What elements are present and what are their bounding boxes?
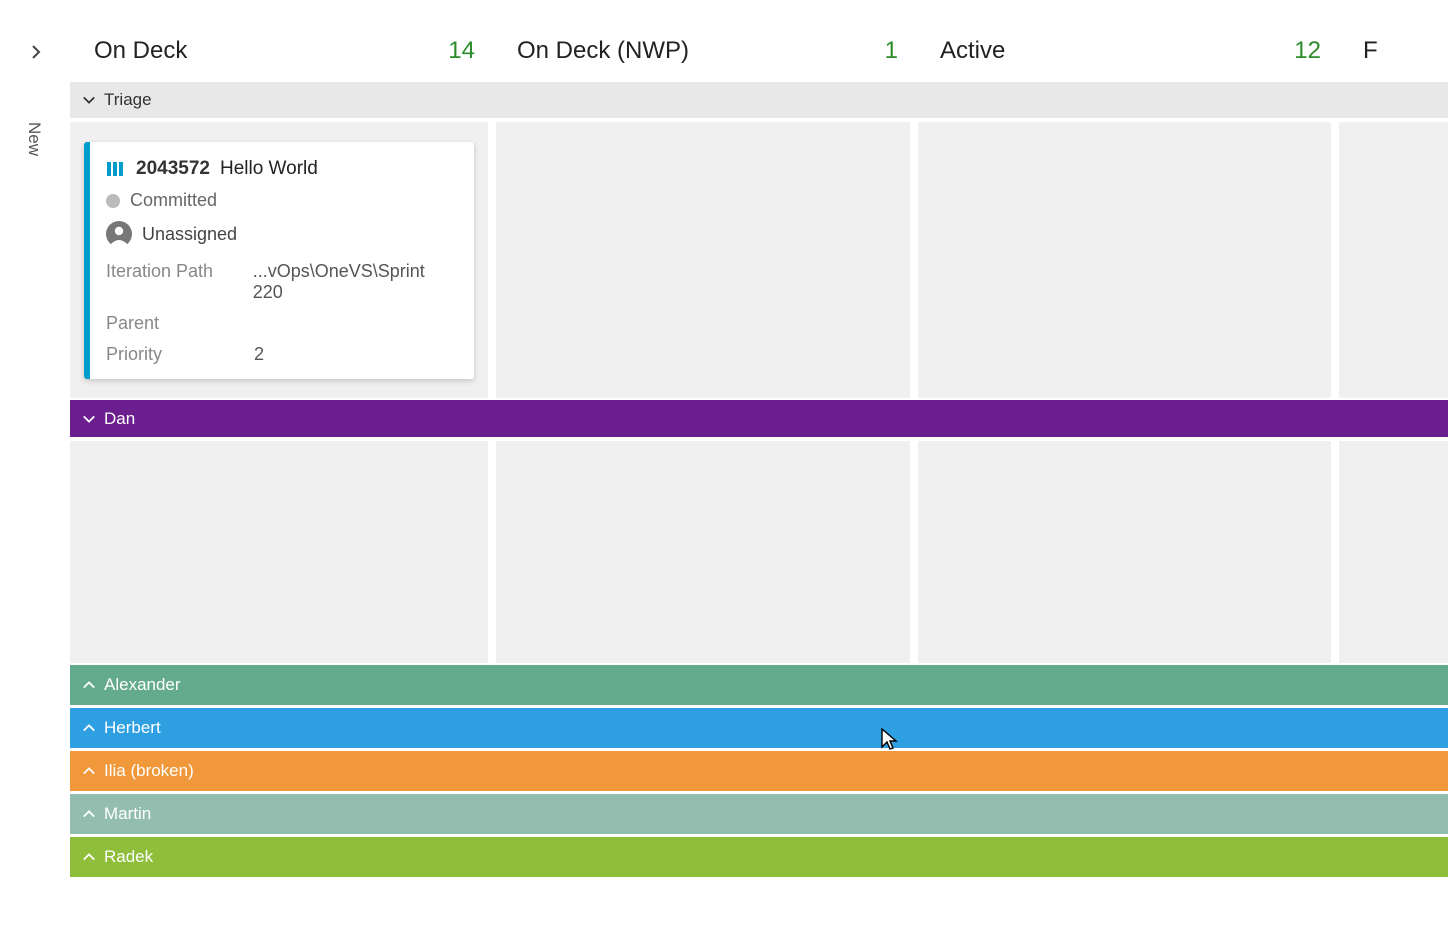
swimlane-label: Dan	[104, 409, 135, 429]
column-header-active[interactable]: Active 12	[916, 20, 1339, 81]
swimlane-label: Triage	[104, 90, 152, 110]
column-header-on-deck[interactable]: On Deck 14	[70, 20, 493, 81]
board-cell[interactable]: 2043572 Hello World Committed	[70, 122, 488, 398]
column-title: F	[1363, 37, 1378, 65]
column-count: 14	[448, 37, 475, 65]
card-field-priority: Priority 2	[106, 344, 458, 365]
column-header-on-deck-nwp[interactable]: On Deck (NWP) 1	[493, 20, 916, 81]
column-count: 12	[1294, 37, 1321, 65]
column-header-partial[interactable]: F	[1339, 20, 1448, 81]
card-field-iteration: Iteration Path ...vOps\OneVS\Sprint 220	[106, 261, 458, 303]
side-rail-label: New	[0, 82, 44, 156]
column-title: Active	[940, 37, 1005, 65]
chevron-down-icon	[82, 93, 96, 107]
side-rail: New	[0, 82, 70, 877]
swimlane-label: Alexander	[104, 675, 181, 695]
card-assignee-row[interactable]: Unassigned	[106, 221, 458, 247]
swimlane-label: Ilia (broken)	[104, 761, 194, 781]
swimlane-label: Herbert	[104, 718, 161, 738]
swimlane-body-dan	[70, 437, 1448, 665]
swimlane-label: Martin	[104, 804, 151, 824]
chevron-right-icon	[28, 44, 42, 58]
card-state: Committed	[130, 190, 217, 211]
swimlane-header-martin[interactable]: Martin	[70, 794, 1448, 834]
swimlane-body-triage: 2043572 Hello World Committed	[70, 118, 1448, 400]
unassigned-person-icon	[106, 221, 132, 247]
field-value: ...vOps\OneVS\Sprint 220	[253, 261, 458, 303]
swimlane-header-triage[interactable]: Triage	[70, 82, 1448, 118]
swimlane-header-radek[interactable]: Radek	[70, 837, 1448, 877]
state-dot-icon	[106, 194, 120, 208]
field-label: Parent	[106, 313, 254, 334]
swimlane-header-ilia[interactable]: Ilia (broken)	[70, 751, 1448, 791]
card-title: Hello World	[220, 158, 318, 180]
expand-swimlane-toggle[interactable]	[0, 20, 70, 81]
board-cell[interactable]	[1339, 441, 1448, 663]
card-state-row: Committed	[106, 190, 458, 211]
swimlane-header-dan[interactable]: Dan	[70, 400, 1448, 437]
work-item-card[interactable]: 2043572 Hello World Committed	[84, 142, 474, 379]
board-cell[interactable]	[918, 441, 1332, 663]
chevron-up-icon	[82, 721, 96, 735]
board-cell[interactable]	[70, 441, 488, 663]
swimlane-header-herbert[interactable]: Herbert	[70, 708, 1448, 748]
board-cell[interactable]	[1339, 122, 1448, 398]
chevron-up-icon	[82, 807, 96, 821]
column-title: On Deck (NWP)	[517, 37, 689, 65]
swimlane-label: Radek	[104, 847, 153, 867]
board-body: New Triage	[0, 82, 1448, 877]
card-id: 2043572	[136, 158, 210, 180]
product-backlog-item-icon	[106, 159, 126, 179]
board-columns-header: On Deck 14 On Deck (NWP) 1 Active 12 F	[0, 20, 1448, 82]
chevron-up-icon	[82, 764, 96, 778]
field-label: Iteration Path	[106, 261, 253, 303]
top-spacer	[0, 0, 1448, 20]
card-field-parent: Parent	[106, 313, 458, 334]
column-title: On Deck	[94, 37, 187, 65]
column-count: 1	[885, 37, 898, 65]
chevron-up-icon	[82, 678, 96, 692]
chevron-down-icon	[82, 412, 96, 426]
field-value: 2	[254, 344, 264, 365]
card-title-row: 2043572 Hello World	[106, 158, 458, 180]
board-cell[interactable]	[496, 122, 910, 398]
chevron-up-icon	[82, 850, 96, 864]
board-cell[interactable]	[918, 122, 1332, 398]
card-assignee: Unassigned	[142, 224, 237, 245]
field-label: Priority	[106, 344, 254, 365]
board-main: Triage 2043572 Hello World	[70, 82, 1448, 877]
board-cell[interactable]	[496, 441, 910, 663]
swimlane-header-alexander[interactable]: Alexander	[70, 665, 1448, 705]
